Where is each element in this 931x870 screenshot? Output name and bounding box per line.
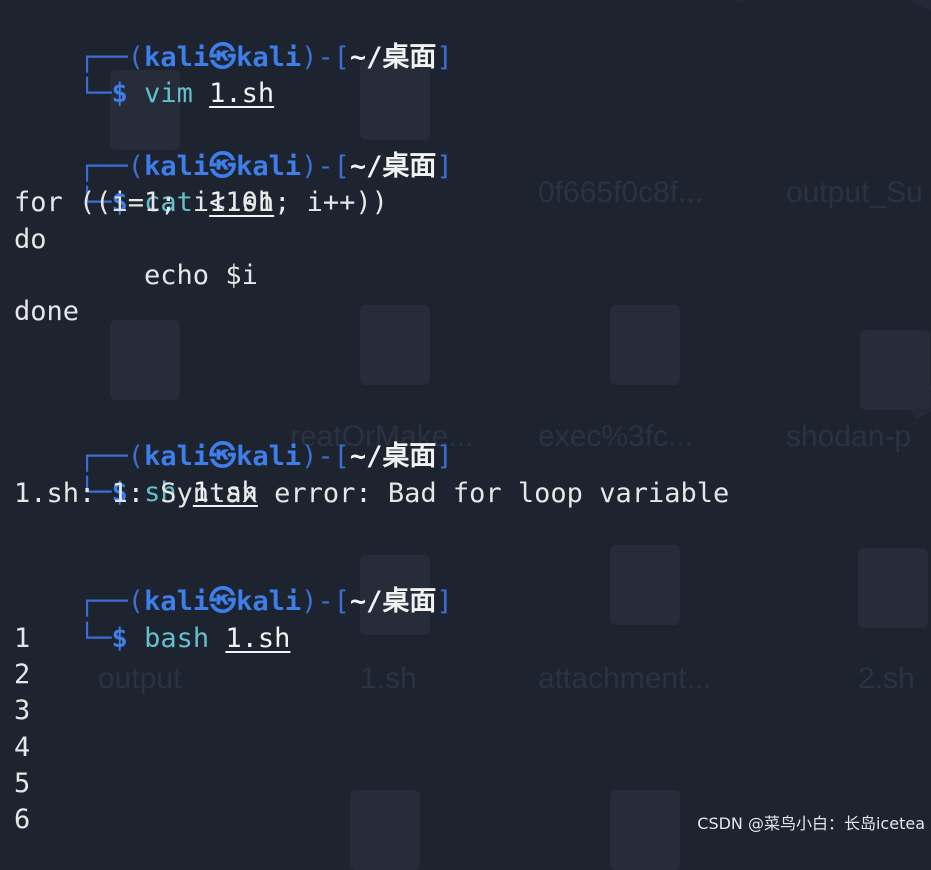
- output-line: echo $i: [14, 260, 258, 291]
- output-line: 6: [14, 804, 31, 835]
- command-name: bash: [144, 623, 210, 654]
- output-line: 4: [14, 732, 31, 763]
- output-line: 3: [14, 695, 31, 726]
- command-name: vim: [144, 78, 193, 109]
- command-argument: 1.sh: [225, 623, 291, 654]
- output-line: 5: [14, 768, 31, 799]
- output-line: 1: [14, 623, 31, 654]
- error-output-line: 1.sh: 1: Syntax error: Bad for loop vari…: [14, 478, 730, 509]
- output-line: do: [14, 224, 47, 255]
- command-argument: 1.sh: [209, 78, 275, 109]
- csdn-watermark: CSDN @菜鸟小白：长岛icetea: [697, 814, 925, 833]
- output-line: 2: [14, 659, 31, 690]
- terminal-output[interactable]: ┌──(kali㉿kali)-[~/桌面] └─$ vim 1.sh ┌──(k…: [0, 0, 931, 840]
- output-line: for ((i=1; i<101; i++)): [14, 187, 388, 218]
- command-line: └─$ bash 1.sh: [79, 623, 291, 654]
- output-line: done: [14, 296, 80, 327]
